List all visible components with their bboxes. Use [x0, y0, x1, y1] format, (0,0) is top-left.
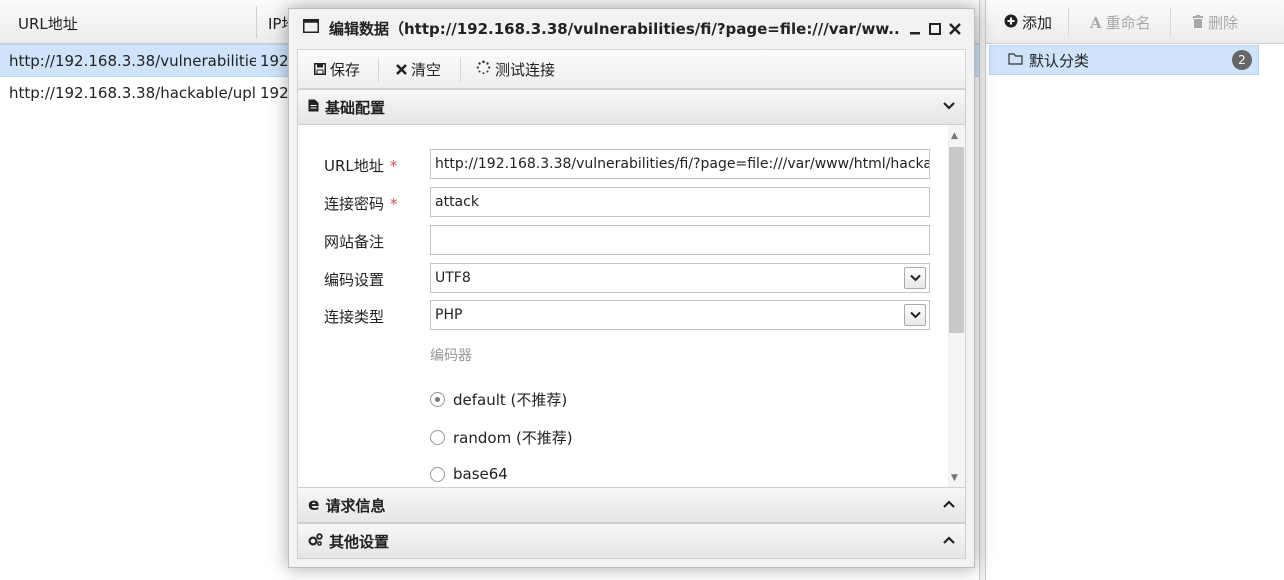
- dialog-title: 编辑数据（http://192.168.3.38/vulnerabilities…: [329, 19, 899, 38]
- clear-label: 清空: [411, 61, 442, 79]
- radio-label: base64: [453, 465, 508, 483]
- row-ip: 192: [260, 52, 289, 70]
- close-icon[interactable]: [949, 20, 961, 39]
- toolbar-divider: [1170, 8, 1171, 36]
- edge-icon: e: [308, 495, 320, 515]
- save-label: 保存: [330, 61, 361, 79]
- delete-category-button[interactable]: 删除: [1192, 12, 1238, 33]
- required-mark: *: [390, 195, 398, 213]
- save-icon: [314, 61, 326, 79]
- category-count-badge: 2: [1232, 50, 1252, 70]
- section-basic-config[interactable]: 基础配置: [297, 89, 966, 125]
- toolbar-divider: [1068, 8, 1069, 36]
- url-row: URL地址 * http://192.168.3.38/vulnerabiliti…: [298, 149, 938, 179]
- delete-label: 删除: [1208, 14, 1239, 32]
- x-icon: [396, 61, 407, 79]
- category-name: 默认分类: [1029, 51, 1090, 70]
- radio-label: random (不推荐): [453, 429, 573, 447]
- rename-label: 重命名: [1105, 14, 1151, 32]
- chevron-up-icon[interactable]: [943, 533, 955, 549]
- edit-data-dialog: 编辑数据（http://192.168.3.38/vulnerabilities…: [288, 8, 975, 568]
- encoder-option-base64[interactable]: base64: [430, 465, 508, 483]
- note-label: 网站备注: [324, 233, 385, 251]
- dialog-title-bar[interactable]: 编辑数据（http://192.168.3.38/vulnerabilities…: [289, 9, 974, 47]
- scrollbar-thumb[interactable]: [949, 147, 964, 333]
- test-connection-button[interactable]: 测试连接: [476, 59, 555, 80]
- scroll-down-icon[interactable]: ▼: [951, 473, 958, 483]
- note-row: 网站备注: [298, 225, 938, 255]
- encoding-label: 编码设置: [324, 271, 385, 289]
- gears-icon: [308, 532, 323, 550]
- plus-circle-icon: [1004, 14, 1018, 32]
- toolbar-divider: [378, 58, 379, 82]
- note-input[interactable]: [430, 225, 930, 255]
- minimize-icon[interactable]: [909, 20, 921, 39]
- encoding-row: 编码设置 UTF8: [298, 263, 938, 293]
- document-icon: [308, 98, 319, 116]
- row-url: http://192.168.3.38/hackable/uplc: [9, 84, 256, 102]
- password-row: 连接密码 * attack: [298, 187, 938, 217]
- type-select[interactable]: PHP: [430, 300, 930, 330]
- encoder-option-random[interactable]: random (不推荐): [430, 427, 573, 448]
- scroll-up-icon[interactable]: ▲: [951, 131, 958, 141]
- category-item-default[interactable]: 默认分类 2: [989, 45, 1259, 75]
- type-row: 连接类型 PHP: [298, 300, 938, 330]
- add-label: 添加: [1022, 14, 1053, 32]
- font-a-icon: A: [1090, 13, 1102, 32]
- encoder-option-default[interactable]: default (不推荐): [430, 389, 567, 410]
- rename-category-button[interactable]: A 重命名: [1090, 12, 1151, 33]
- section-title: 请求信息: [325, 496, 386, 515]
- test-connection-label: 测试连接: [495, 61, 556, 79]
- type-value: PHP: [435, 307, 463, 323]
- radio-label: default (不推荐): [453, 391, 568, 409]
- required-mark: *: [389, 157, 398, 175]
- window-icon: [303, 19, 319, 37]
- encoding-select[interactable]: UTF8: [430, 263, 930, 293]
- toolbar-divider: [460, 58, 461, 82]
- maximize-icon[interactable]: [929, 20, 941, 39]
- radio-icon[interactable]: [430, 430, 445, 445]
- chevron-down-icon[interactable]: [904, 267, 926, 289]
- row-ip: 192: [260, 84, 289, 102]
- clear-button[interactable]: 清空: [396, 59, 441, 80]
- chevron-down-icon[interactable]: [943, 99, 955, 115]
- section-other-settings[interactable]: 其他设置: [297, 523, 966, 559]
- add-category-button[interactable]: 添加: [1004, 12, 1052, 33]
- password-input[interactable]: attack: [430, 187, 930, 217]
- folder-icon: [1008, 51, 1023, 69]
- dialog-toolbar: 保存 清空 测试连接: [297, 49, 966, 89]
- password-label: 连接密码 *: [324, 195, 398, 213]
- column-header-url[interactable]: URL地址: [18, 13, 78, 34]
- save-button[interactable]: 保存: [314, 59, 360, 80]
- category-toolbar: 添加 A 重命名 删除: [986, 0, 1284, 44]
- chevron-up-icon[interactable]: [943, 497, 955, 513]
- section-title: 其他设置: [329, 532, 390, 551]
- trash-icon: [1192, 14, 1204, 32]
- spinner-icon: [476, 60, 491, 79]
- encoding-value: UTF8: [435, 270, 471, 286]
- column-divider[interactable]: [256, 6, 257, 38]
- type-label: 连接类型: [324, 308, 385, 326]
- basic-config-body: URL地址 * http://192.168.3.38/vulnerabiliti…: [297, 125, 966, 487]
- url-label: URL地址 *: [324, 157, 398, 175]
- category-panel: 添加 A 重命名 删除 默认分类 2: [985, 0, 1284, 580]
- url-input[interactable]: http://192.168.3.38/vulnerabilities/fi/?…: [430, 149, 930, 179]
- vertical-scrollbar[interactable]: ▲ ▼: [948, 125, 965, 487]
- chevron-down-icon[interactable]: [904, 304, 926, 326]
- section-request-info[interactable]: e 请求信息: [297, 487, 966, 523]
- encoder-title: 编码器: [430, 348, 472, 364]
- radio-icon[interactable]: [430, 466, 445, 482]
- section-title: 基础配置: [325, 98, 386, 117]
- row-url: http://192.168.3.38/vulnerabilities: [9, 52, 256, 70]
- radio-selected-icon[interactable]: [430, 392, 445, 407]
